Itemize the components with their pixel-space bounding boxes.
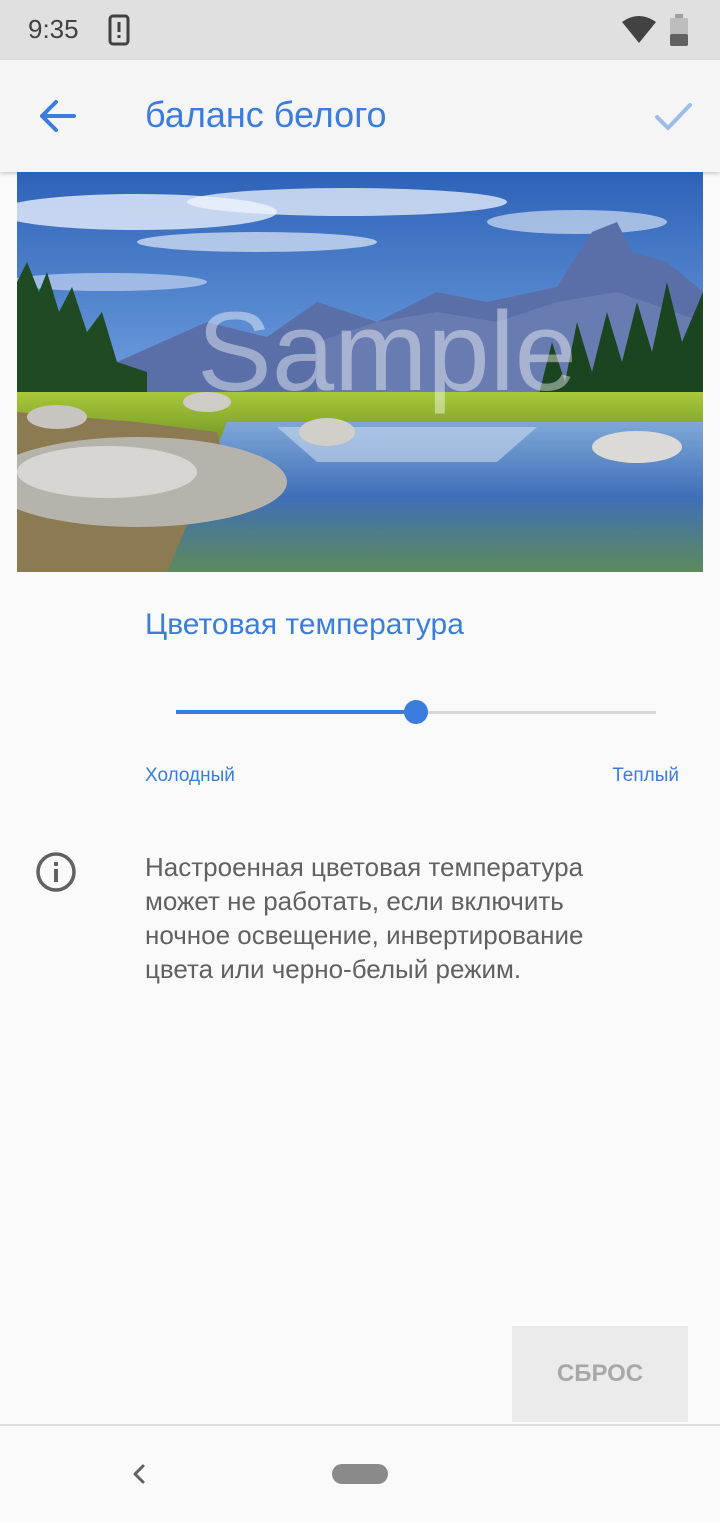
slider-min-label: Холодный: [145, 765, 235, 786]
reset-button[interactable]: СБРОС: [512, 1326, 688, 1422]
slider-thumb[interactable]: [404, 700, 428, 724]
arrow-back-icon: [40, 100, 76, 132]
wifi-icon: [622, 16, 656, 43]
status-time: 9:35: [28, 14, 79, 44]
status-bar: 9:35: [0, 0, 720, 60]
color-temperature-title: Цветовая температура: [145, 608, 464, 641]
nav-back-icon[interactable]: [125, 1458, 153, 1490]
landscape-illustration: Sample: [17, 172, 703, 572]
info-text: Настроенная цветовая температура может н…: [145, 852, 584, 984]
back-button[interactable]: [24, 82, 92, 150]
slider-max-label: Теплый: [612, 765, 679, 786]
check-icon: [655, 103, 692, 130]
color-temperature-slider[interactable]: [176, 696, 656, 730]
sample-watermark: Sample: [197, 289, 577, 414]
slider-fill: [176, 710, 416, 714]
preview-image: Sample: [17, 172, 703, 572]
navigation-bar: [0, 1424, 720, 1522]
confirm-button[interactable]: [640, 82, 708, 150]
info-icon: [36, 852, 76, 892]
battery-icon: [670, 14, 688, 46]
notification-icon: [108, 14, 130, 46]
nav-home-pill[interactable]: [332, 1464, 388, 1484]
page-title: баланс белого: [145, 94, 387, 135]
toolbar: баланс белого: [0, 60, 720, 172]
